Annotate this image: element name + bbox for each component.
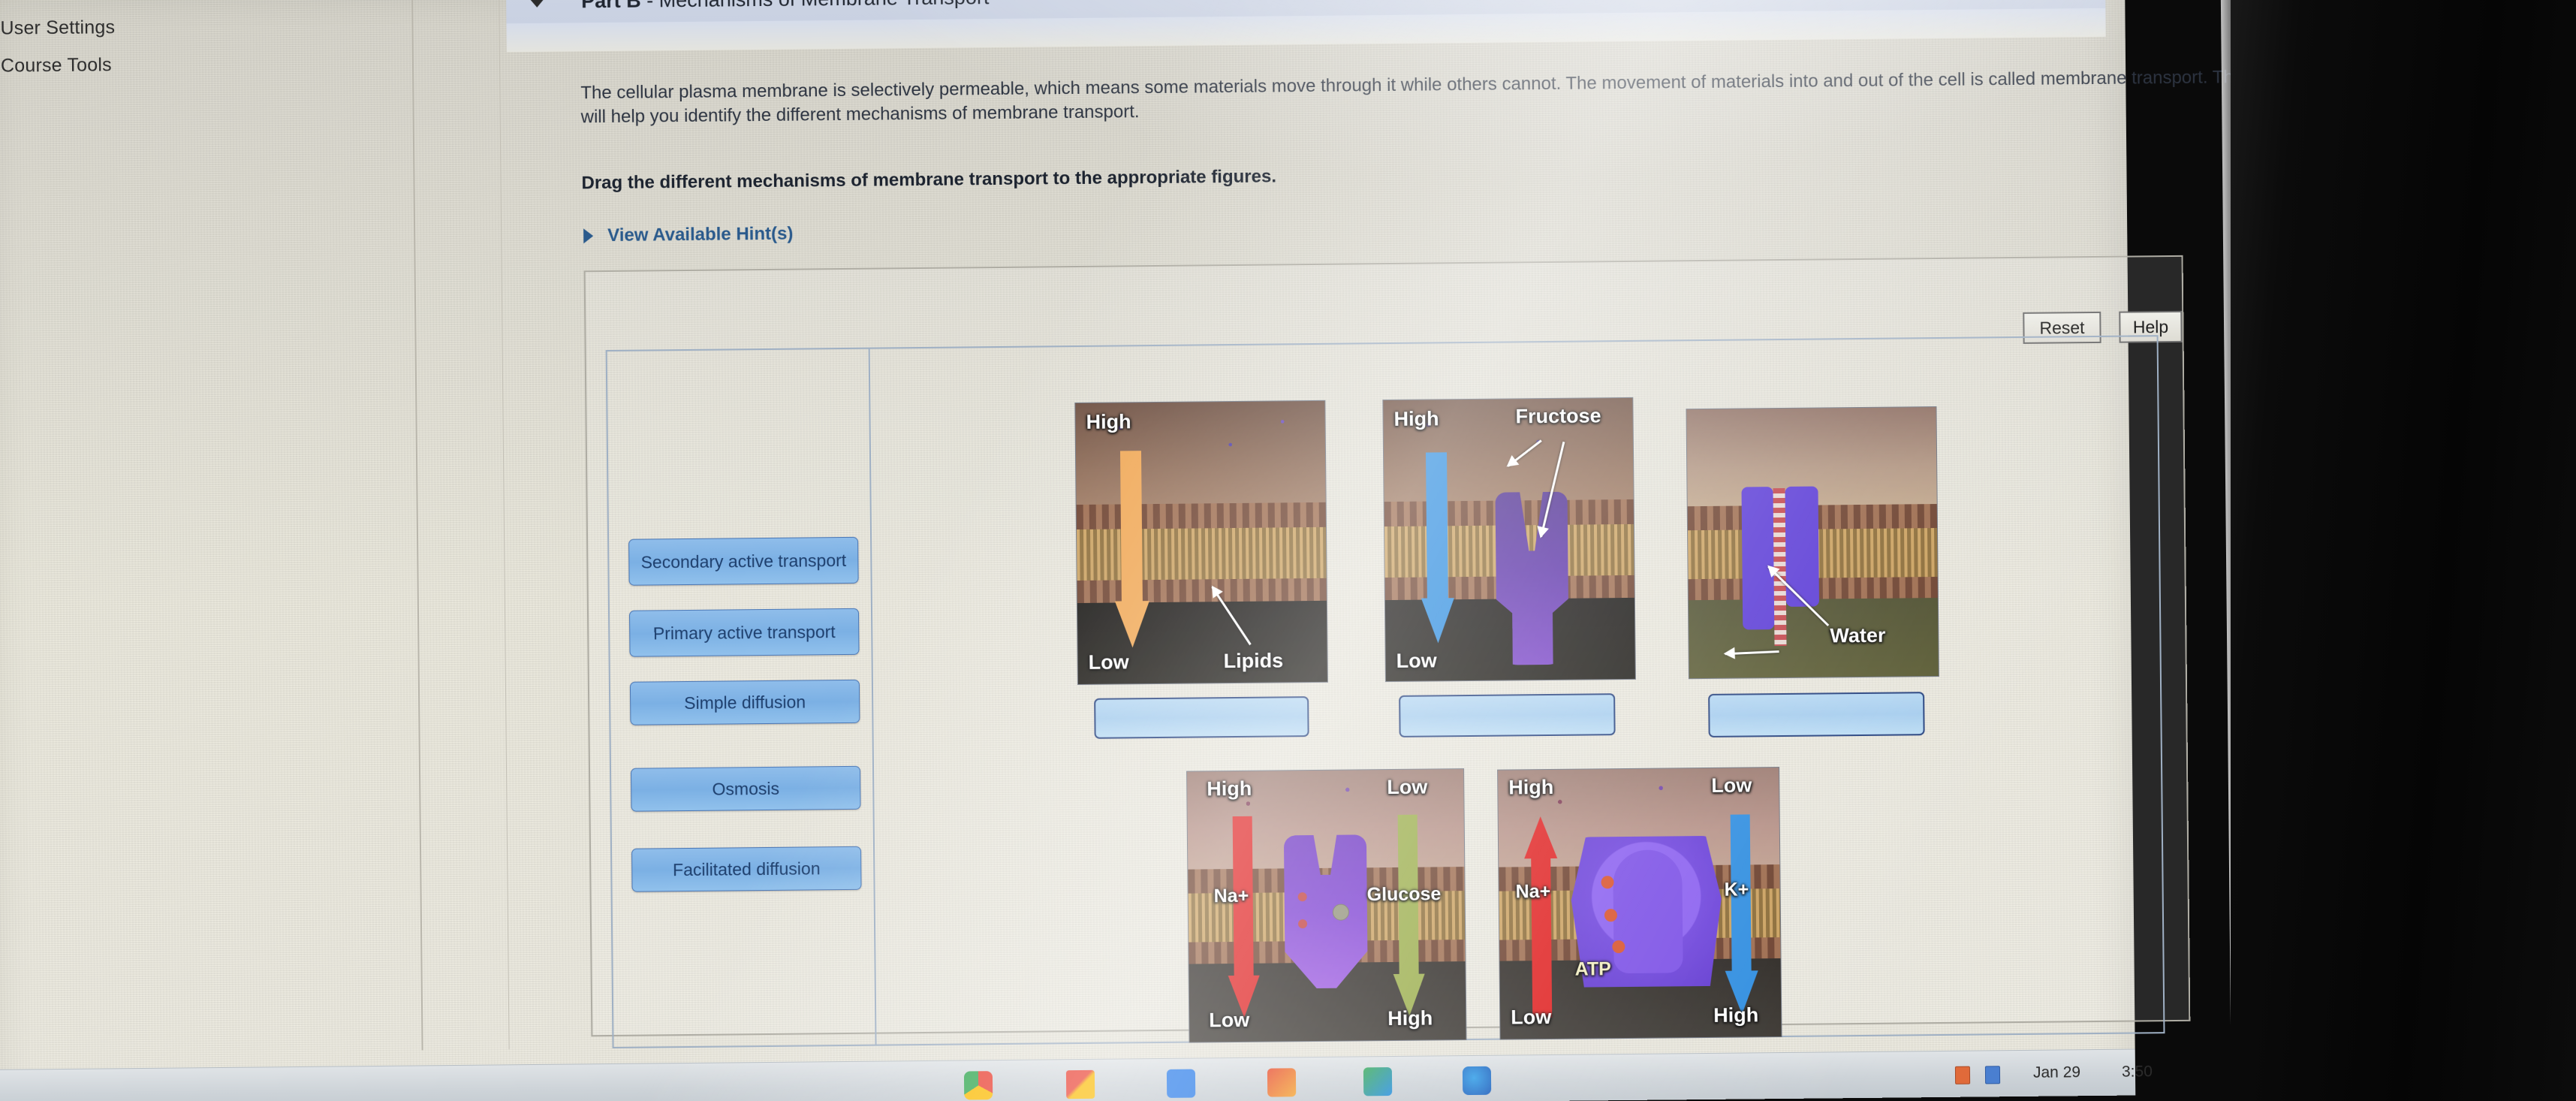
glucose-arrow-down <box>1392 814 1426 1019</box>
part-separator: - <box>640 0 659 12</box>
figure-facilitated-diffusion: High Low Fructose <box>1382 397 1636 683</box>
figure1-label-high: High <box>1086 410 1131 433</box>
photographed-screen: User Settings Course Tools Part B - Mech… <box>0 0 2576 1101</box>
figure1-label-lipids: Lipids <box>1223 649 1284 673</box>
figure2-label-fructose: Fructose <box>1515 404 1601 428</box>
figure4-label-glucose: Glucose <box>1366 883 1442 906</box>
sodium-arrow-down <box>1227 816 1261 1021</box>
figure5-label-atp: ATP <box>1574 958 1611 980</box>
figure5-label-bottom-left: Low <box>1511 1005 1552 1029</box>
drag-item-primary-active-transport[interactable]: Primary active transport <box>628 608 860 657</box>
glucose-molecule <box>1332 903 1349 921</box>
drag-item-facilitated-diffusion[interactable]: Facilitated diffusion <box>631 846 862 892</box>
monitor-bezel <box>2231 0 2576 1101</box>
drop-zone-2[interactable] <box>1399 693 1616 738</box>
taskbar-time[interactable]: 3:50 <box>2122 1063 2153 1081</box>
content-divider <box>498 0 510 1050</box>
edge-icon[interactable] <box>1462 1066 1492 1096</box>
figure5-label-potassium: K+ <box>1724 879 1749 900</box>
figure2-label-high: High <box>1393 407 1439 430</box>
view-hints-link[interactable]: View Available Hint(s) <box>607 224 793 246</box>
figure1-label-low: Low <box>1088 650 1129 674</box>
ion-dot-2 <box>1604 909 1618 922</box>
figure5-label-sodium: Na+ <box>1515 880 1551 903</box>
office-icon[interactable] <box>1267 1068 1297 1097</box>
sodium-arrow-up <box>1523 816 1559 1018</box>
figure-simple-diffusion: High Low Lipids <box>1074 400 1328 686</box>
drop-zone-1[interactable] <box>1094 696 1309 739</box>
ion-dot-1 <box>1601 876 1614 889</box>
gmail-icon[interactable] <box>1065 1069 1095 1099</box>
pdf-icon[interactable] <box>1954 1066 1971 1084</box>
figure-secondary-active-transport: High Low Low High Na+ Glucose <box>1186 768 1467 1043</box>
figure4-label-top-left: High <box>1207 777 1252 801</box>
drag-item-osmosis[interactable]: Osmosis <box>630 765 861 812</box>
os-taskbar: Jan 29 3:50 <box>0 1048 2153 1101</box>
caret-right-icon[interactable] <box>583 228 594 244</box>
figure4-label-bottom-left: Low <box>1209 1008 1250 1032</box>
figure4-label-bottom-right: High <box>1387 1006 1433 1030</box>
drop-zone-3[interactable] <box>1708 692 1925 738</box>
figure4-label-top-right: Low <box>1387 775 1428 799</box>
part-label: Part B <box>581 0 641 13</box>
figure5-label-top-left: High <box>1508 775 1554 799</box>
chrome-icon[interactable] <box>963 1071 993 1100</box>
ion-dot-3 <box>1612 940 1625 954</box>
drag-item-bank: Secondary active transport Primary activ… <box>605 348 877 1048</box>
potassium-arrow-down <box>1724 814 1759 1015</box>
figure4-label-sodium: Na+ <box>1213 885 1249 907</box>
figure-osmosis: Water <box>1686 406 1939 680</box>
monitor-screen: User Settings Course Tools Part B - Mech… <box>0 0 2306 1101</box>
figure2-label-low: Low <box>1396 649 1437 672</box>
caret-down-icon[interactable] <box>529 0 546 8</box>
play-icon[interactable] <box>1363 1067 1393 1096</box>
word-icon[interactable] <box>1984 1066 2001 1084</box>
figure3-label-water: Water <box>1830 623 1886 647</box>
course-sidebar: User Settings Course Tools <box>0 0 423 1054</box>
gradient-arrow-down-blue <box>1420 452 1455 646</box>
pump-cavity <box>1613 849 1683 974</box>
gradient-arrow-down-orange <box>1113 451 1150 650</box>
figure5-label-bottom-right: High <box>1713 1003 1759 1027</box>
figure-primary-active-transport: High Low Low High Na+ K+ ATP <box>1497 767 1782 1040</box>
binding-site-dot <box>1297 892 1307 902</box>
taskbar-date[interactable]: Jan 29 <box>2033 1063 2080 1082</box>
drive-icon[interactable] <box>1166 1069 1196 1098</box>
sidebar-item-course-tools[interactable]: Course Tools <box>1 54 112 77</box>
sidebar-item-user-settings[interactable]: User Settings <box>0 17 115 39</box>
lms-page: User Settings Course Tools Part B - Mech… <box>0 0 2306 1101</box>
drag-item-simple-diffusion[interactable]: Simple diffusion <box>629 679 860 725</box>
question-intro: The cellular plasma membrane is selectiv… <box>580 66 2307 128</box>
binding-site-dot-2 <box>1297 919 1308 929</box>
figure5-label-top-right: Low <box>1711 774 1752 797</box>
drag-item-secondary-active-transport[interactable]: Secondary active transport <box>628 536 859 586</box>
aquaporin-left-wall <box>1741 487 1775 630</box>
question-instruction: Drag the different mechanisms of membran… <box>581 166 1277 194</box>
